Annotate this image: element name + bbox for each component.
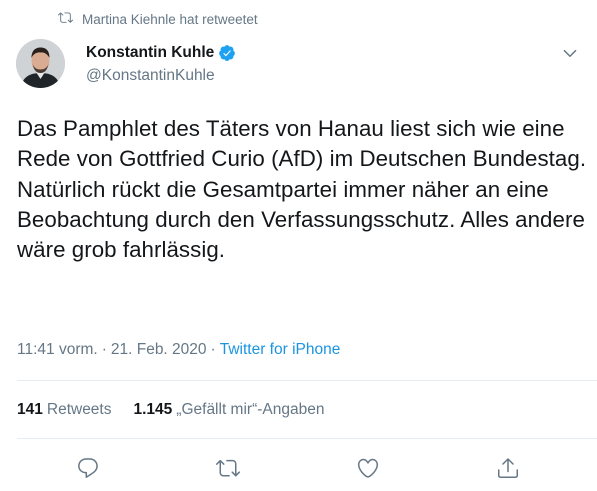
author-display-name[interactable]: Konstantin Kuhle	[86, 44, 214, 62]
retweeted-by-label[interactable]: Martina Kiehnle hat retweetet	[82, 12, 258, 27]
divider	[17, 438, 597, 439]
likes-count: 1.145	[133, 401, 173, 418]
tweet-stats: 141 Retweets 1.145 „Gefällt mir“-Angaben	[17, 401, 324, 419]
retweet-icon	[58, 10, 73, 28]
tweet-source-link[interactable]: Twitter for iPhone	[220, 341, 341, 359]
tweet-date[interactable]: 21. Feb. 2020	[111, 341, 207, 359]
share-icon[interactable]	[496, 456, 520, 480]
chevron-down-icon[interactable]	[561, 44, 579, 62]
heart-icon[interactable]	[356, 456, 380, 480]
likes-label: „Gefällt mir“-Angaben	[176, 401, 325, 418]
divider	[17, 380, 597, 381]
meta-separator: ·	[210, 341, 216, 358]
reply-icon[interactable]	[76, 456, 100, 480]
retweet-action-icon[interactable]	[216, 456, 240, 480]
tweet-time[interactable]: 11:41 vorm.	[17, 341, 98, 359]
tweet-meta: 11:41 vorm. · 21. Feb. 2020 · Twitter fo…	[17, 341, 340, 359]
tweet-actions	[0, 456, 597, 482]
retweets-label: Retweets	[46, 401, 112, 418]
retweet-banner: Martina Kiehnle hat retweetet	[58, 9, 258, 29]
meta-separator: ·	[101, 341, 107, 358]
retweets-count: 141	[17, 401, 43, 418]
verified-badge-icon	[218, 44, 236, 62]
likes-stat[interactable]: 1.145 „Gefällt mir“-Angaben	[134, 401, 325, 419]
avatar[interactable]	[16, 39, 65, 88]
retweets-stat[interactable]: 141 Retweets	[17, 401, 112, 419]
author-handle[interactable]: @KonstantinKuhle	[86, 67, 215, 85]
tweet-text: Das Pamphlet des Täters von Hanau liest …	[17, 116, 587, 263]
